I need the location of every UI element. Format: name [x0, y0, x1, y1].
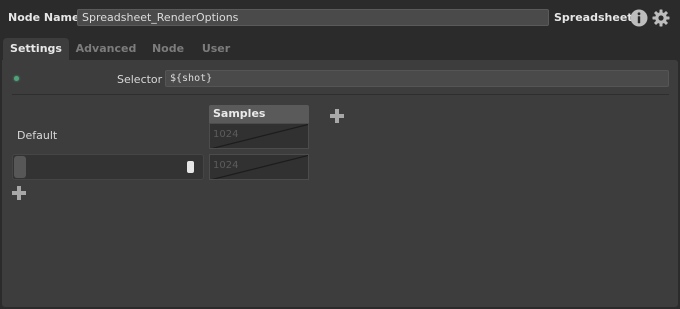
tab-user[interactable]: User [196, 38, 236, 60]
node-name-label: Node Name [8, 11, 80, 24]
node-header: Node Name Spreadsheet_RenderOptions Spre… [0, 0, 680, 36]
cell-unset-slash [211, 124, 308, 148]
node-name-field[interactable]: Spreadsheet_RenderOptions [77, 9, 549, 26]
gear-icon[interactable] [652, 9, 670, 27]
info-icon[interactable] [630, 9, 648, 27]
tab-node[interactable]: Node [146, 38, 190, 60]
tab-advanced[interactable]: Advanced [72, 38, 140, 60]
row-enable-toggle[interactable] [187, 161, 194, 173]
add-row-button[interactable] [12, 186, 26, 200]
row-selector[interactable] [12, 154, 204, 180]
selector-label: Selector [117, 73, 163, 86]
separator [12, 94, 669, 95]
row-samples-cell[interactable]: 1024 [209, 154, 309, 180]
add-column-button[interactable] [330, 109, 344, 123]
row-drag-handle[interactable] [14, 156, 26, 178]
default-samples-cell[interactable]: 1024 [209, 123, 309, 149]
tab-settings[interactable]: Settings [3, 38, 69, 60]
selector-status-indicator[interactable] [14, 76, 19, 81]
tab-bar: Settings Advanced Node User [0, 36, 680, 60]
default-row-label: Default [17, 129, 58, 142]
cell-unset-slash [211, 155, 308, 179]
selector-input[interactable]: ${shot} [165, 70, 669, 87]
settings-panel: Selector ${shot} Samples Default 1024 10… [2, 60, 678, 307]
column-header-samples[interactable]: Samples [209, 105, 309, 123]
node-type-label: Spreadsheet [554, 11, 633, 24]
